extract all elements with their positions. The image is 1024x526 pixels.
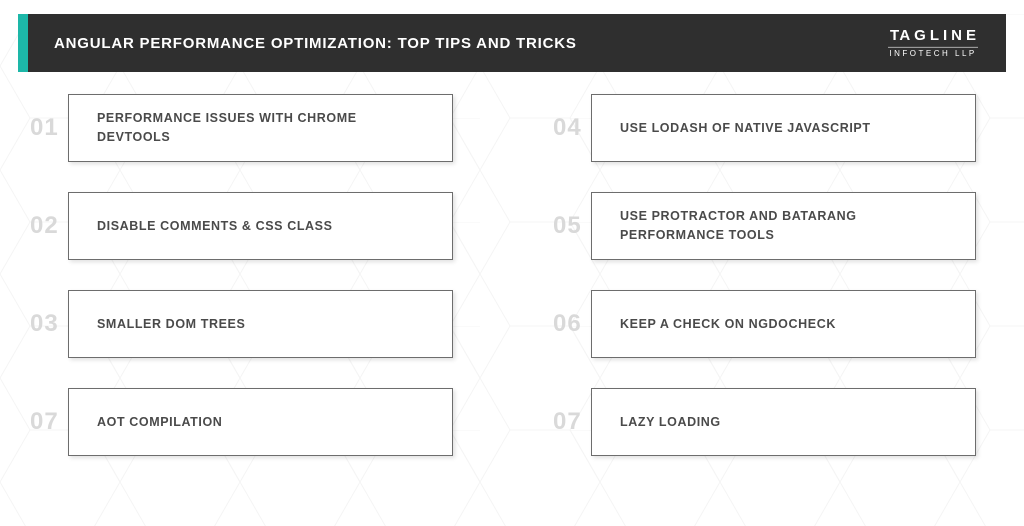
- header-bar: ANGULAR PERFORMANCE OPTIMIZATION: TOP TI…: [18, 14, 1006, 72]
- list-item: 07 AOT COMPILATION: [30, 388, 453, 456]
- item-number: 01: [30, 114, 68, 142]
- item-number: 07: [30, 408, 68, 436]
- item-label: PERFORMANCE ISSUES WITH CHROME DEVTOOLS: [68, 94, 453, 162]
- brand-divider: [888, 46, 978, 47]
- brand-name: TAGLINE: [886, 28, 980, 45]
- list-item: 07 LAZY LOADING: [553, 388, 976, 456]
- list-item: 04 USE LODASH OF NATIVE JAVASCRIPT: [553, 94, 976, 162]
- page-title: ANGULAR PERFORMANCE OPTIMIZATION: TOP TI…: [54, 35, 577, 52]
- item-label: USE PROTRACTOR AND BATARANG PERFORMANCE …: [591, 192, 976, 260]
- right-column: 04 USE LODASH OF NATIVE JAVASCRIPT 05 US…: [553, 94, 976, 456]
- item-number: 04: [553, 114, 591, 142]
- list-item: 01 PERFORMANCE ISSUES WITH CHROME DEVTOO…: [30, 94, 453, 162]
- item-label: USE LODASH OF NATIVE JAVASCRIPT: [591, 94, 976, 162]
- tips-list: 01 PERFORMANCE ISSUES WITH CHROME DEVTOO…: [30, 94, 976, 456]
- item-number: 02: [30, 212, 68, 240]
- item-label: KEEP A CHECK ON NGDOCHECK: [591, 290, 976, 358]
- item-label: DISABLE COMMENTS & CSS CLASS: [68, 192, 453, 260]
- item-number: 03: [30, 310, 68, 338]
- item-label: SMALLER DOM TREES: [68, 290, 453, 358]
- header-accent: [18, 14, 28, 72]
- item-number: 05: [553, 212, 591, 240]
- item-number: 06: [553, 310, 591, 338]
- list-item: 05 USE PROTRACTOR AND BATARANG PERFORMAN…: [553, 192, 976, 260]
- list-item: 06 KEEP A CHECK ON NGDOCHECK: [553, 290, 976, 358]
- list-item: 03 SMALLER DOM TREES: [30, 290, 453, 358]
- item-label: AOT COMPILATION: [68, 388, 453, 456]
- brand-logo: TAGLINE INFOTECH LLP: [886, 28, 980, 58]
- item-number: 07: [553, 408, 591, 436]
- list-item: 02 DISABLE COMMENTS & CSS CLASS: [30, 192, 453, 260]
- item-label: LAZY LOADING: [591, 388, 976, 456]
- left-column: 01 PERFORMANCE ISSUES WITH CHROME DEVTOO…: [30, 94, 453, 456]
- brand-sub: INFOTECH LLP: [886, 49, 980, 58]
